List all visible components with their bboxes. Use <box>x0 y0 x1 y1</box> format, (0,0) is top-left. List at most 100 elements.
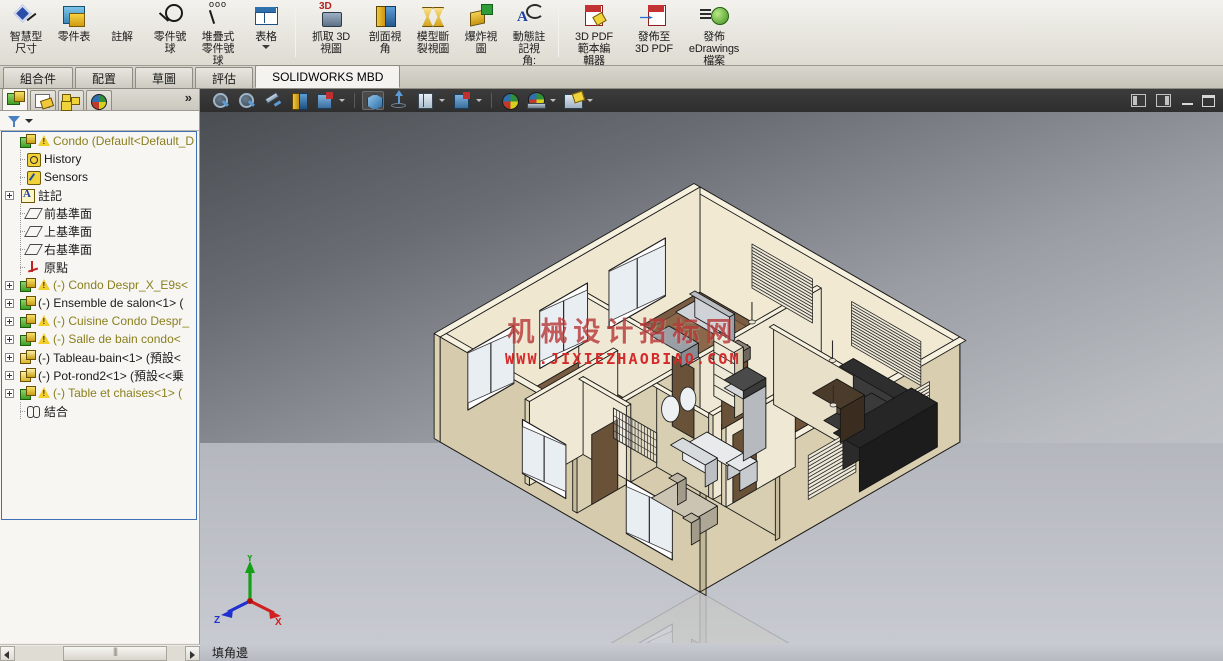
tree-item-front-plane[interactable]: 前基準面 <box>2 204 196 222</box>
appearances-icon[interactable] <box>499 91 521 110</box>
chevron-down-icon[interactable] <box>550 99 556 102</box>
panel-collapse-left-icon[interactable] <box>1131 94 1146 107</box>
tree-expander-spacer <box>5 227 14 236</box>
display-style-icon[interactable] <box>314 91 336 110</box>
tree-item-right-plane[interactable]: 右基準面 <box>2 240 196 258</box>
scroll-left-arrow[interactable] <box>0 645 15 661</box>
graphics-area[interactable]: 机械设计招标网 WWW.JIXIEZHAOBIAO.COM Y X Z <box>200 112 1223 643</box>
tree-expander-spacer <box>5 263 14 272</box>
view-orientation-icon[interactable] <box>362 91 384 110</box>
view-direction-icon[interactable] <box>388 90 410 110</box>
tree-item-cuisine-condo-despr[interactable]: (-) Cuisine Condo Despr_ <box>2 312 196 330</box>
warning-icon <box>38 135 50 147</box>
chevron-down-icon[interactable] <box>476 99 482 102</box>
filter-funnel-icon[interactable] <box>8 115 20 127</box>
panel-horizontal-scrollbar[interactable] <box>0 644 200 661</box>
bom-table-icon <box>60 3 88 29</box>
tree-expander-icon[interactable] <box>5 388 14 398</box>
svg-text:X: X <box>275 617 282 625</box>
panel-tab-display-manager[interactable] <box>86 90 112 110</box>
smart-dimension-button[interactable]: 智慧型 尺寸 <box>2 0 50 62</box>
tree-item-table-et-chaises[interactable]: (-) Table et chaises<1> ( <box>2 384 196 402</box>
exploded-view-button[interactable]: 爆炸視圖 <box>457 0 505 62</box>
tree-expander-icon[interactable] <box>5 298 14 308</box>
model-break-view-button[interactable]: 模型斷 裂視圖 <box>409 0 457 62</box>
tree-connector <box>16 402 26 420</box>
scroll-right-arrow[interactable] <box>185 645 200 661</box>
bill-of-materials-button[interactable]: 零件表 <box>50 0 98 62</box>
tree-item-salle-de-bain-condo[interactable]: (-) Salle de bain condo< <box>2 330 196 348</box>
tree-item-top-plane[interactable]: 上基準面 <box>2 222 196 240</box>
tree-root-condo[interactable]: Condo (Default<Default_D <box>2 132 196 150</box>
tree-item-history[interactable]: History <box>2 150 196 168</box>
scene-icon[interactable] <box>525 91 547 110</box>
chevron-down-icon[interactable] <box>439 99 445 102</box>
dynamic-annotation-view-button[interactable]: 動態註記視角: <box>505 0 553 67</box>
tree-item-label: 結合 <box>44 404 69 419</box>
publish-edrawings-file-button[interactable]: 發佈 eDrawings 檔案 <box>684 0 744 67</box>
panel-tabs-overflow[interactable]: » <box>185 88 199 110</box>
tab-layout[interactable]: 配置 <box>75 67 134 88</box>
tab-assembly[interactable]: 組合件 <box>3 67 74 88</box>
tree-expander-icon[interactable] <box>5 280 14 290</box>
table-icon <box>252 3 280 29</box>
tree-item-origin[interactable]: 原點 <box>2 258 196 276</box>
note-button[interactable]: 註解 <box>98 0 146 62</box>
tree-expander-icon[interactable] <box>5 334 14 344</box>
feature-tree-scroll[interactable]: Condo (Default<Default_D History Sensors 註記… <box>0 131 199 643</box>
balloon-button[interactable]: 零件號球 <box>146 0 194 62</box>
tree-expander-icon[interactable] <box>5 352 14 362</box>
tree-item-sensors[interactable]: Sensors <box>2 168 196 186</box>
panel-tab-feature-manager[interactable] <box>2 88 28 110</box>
tree-item-condo-despr[interactable]: (-) Condo Despr_X_E9s< <box>2 276 196 294</box>
chevron-down-icon[interactable] <box>339 99 345 102</box>
tab-evaluate[interactable]: 評估 <box>195 67 254 88</box>
table-button[interactable]: 表格 <box>242 0 290 62</box>
panel-collapse-right-icon[interactable] <box>1156 94 1171 107</box>
section-view-icon[interactable] <box>262 91 284 110</box>
tab-sketch[interactable]: 草圖 <box>135 67 194 88</box>
chevron-down-icon[interactable] <box>262 45 270 49</box>
tab-solidworks-mbd[interactable]: SOLIDWORKS MBD <box>255 65 401 88</box>
tree-item-pot-rond2[interactable]: (-) Pot-rond2<1> (預設<<乗 <box>2 366 196 384</box>
note-icon <box>114 3 142 29</box>
history-icon <box>26 152 41 167</box>
3d-pdf-template-editor-button[interactable]: 3D PDF 範本編 輯器 <box>564 0 624 67</box>
tree-item-tableau-bain[interactable]: (-) Tableau-bain<1> (預設< <box>2 348 196 366</box>
tree-item-mates[interactable]: 結合 <box>2 402 196 420</box>
publish-edrawings-file-label: 發佈 eDrawings 檔案 <box>688 31 740 67</box>
section-view-button[interactable]: 剖面視角 <box>361 0 409 62</box>
tree-expander-icon[interactable] <box>5 370 14 380</box>
minimize-icon[interactable] <box>1181 94 1195 107</box>
dynamic-annotation-view-label: 動態註 記視 角: <box>512 31 546 67</box>
panel-tab-property-manager[interactable] <box>30 90 56 110</box>
apply-scene-icon[interactable] <box>562 91 584 110</box>
tree-item-label: (-) Table et chaises<1> ( <box>53 386 183 400</box>
tree-item-ensemble-de-salon[interactable]: (-) Ensemble de salon<1> ( <box>2 294 196 312</box>
scroll-thumb[interactable] <box>63 645 167 661</box>
scroll-track[interactable] <box>15 645 185 661</box>
edit-appearance-icon[interactable] <box>451 91 473 110</box>
assembly-icon <box>20 296 36 310</box>
tree-expander-icon[interactable] <box>5 316 14 326</box>
tree-connector <box>16 150 26 168</box>
hide-show-items-icon[interactable] <box>414 91 436 110</box>
publish-to-3d-pdf-button[interactable]: 發佈至 3D PDF <box>624 0 684 62</box>
condo-assembly-model[interactable] <box>200 112 1223 643</box>
zoom-to-fit-icon[interactable] <box>210 91 232 110</box>
panel-tab-configuration-manager[interactable] <box>58 90 84 110</box>
feature-tree[interactable]: Condo (Default<Default_D History Sensors 註記… <box>1 131 197 520</box>
measure-icon[interactable] <box>288 91 310 110</box>
tree-item-annotations[interactable]: 註記 <box>2 186 196 204</box>
zoom-to-area-icon[interactable] <box>236 91 258 110</box>
chevron-down-icon[interactable] <box>587 99 593 102</box>
model-break-view-icon <box>419 3 447 29</box>
tree-filter-bar[interactable] <box>0 111 199 131</box>
stacked-balloon-button[interactable]: 堆疊式零件號球 <box>194 0 242 67</box>
publish-to-3d-pdf-label: 發佈至 3D PDF <box>635 31 673 55</box>
chevron-down-icon[interactable] <box>25 118 33 123</box>
ribbon-group-0: 智慧型尺寸 零件表 註解 零件號球堆疊式零件號球 表格 <box>2 0 290 67</box>
restore-icon[interactable] <box>1202 94 1215 107</box>
tree-expander-icon[interactable] <box>5 190 14 200</box>
capture-3d-view-button[interactable]: 抓取 3D視圖 <box>301 0 361 62</box>
